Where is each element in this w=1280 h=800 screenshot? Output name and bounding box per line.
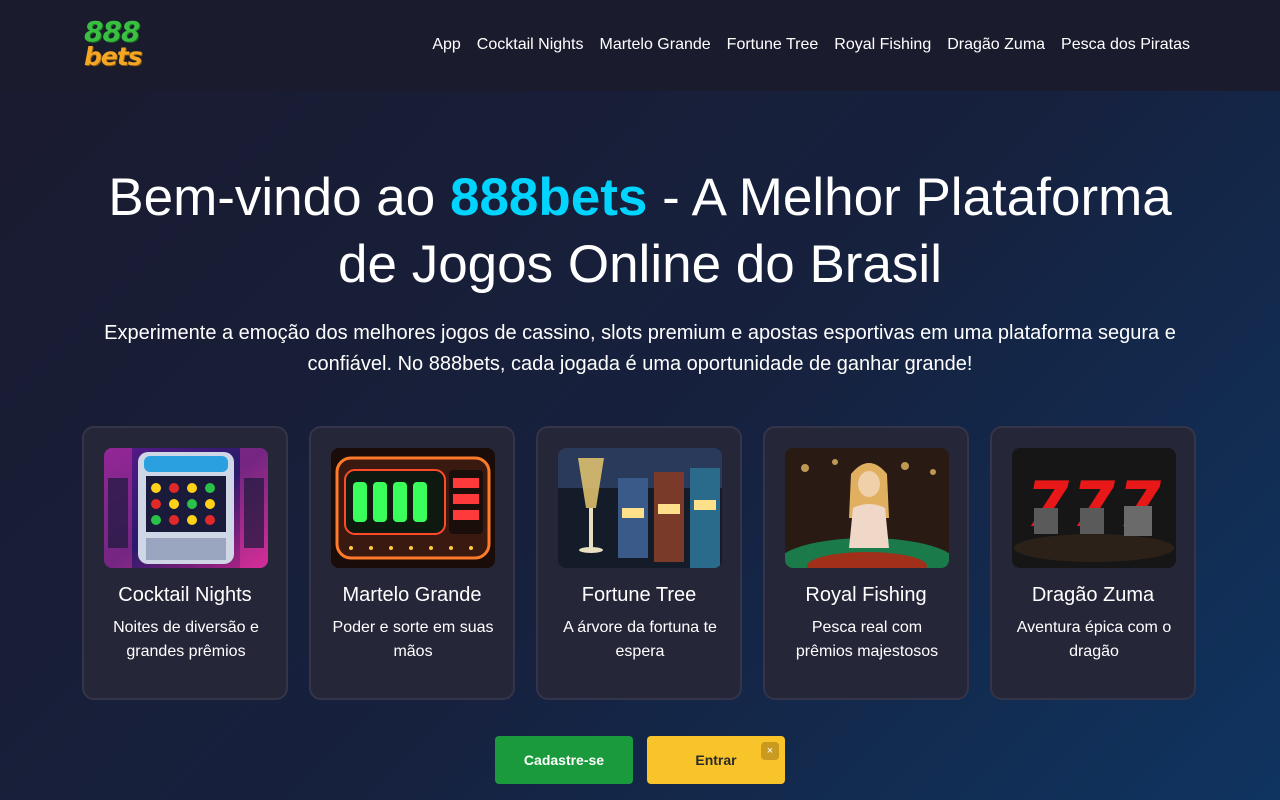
nav-link-app[interactable]: App xyxy=(432,36,460,54)
nav-link-martelo-grande[interactable]: Martelo Grande xyxy=(600,36,711,54)
hero-title: Bem-vindo ao 888bets - A Melhor Platafor… xyxy=(100,164,1180,298)
fortune-tree-image xyxy=(558,448,722,568)
nav-link-royal-fishing[interactable]: Royal Fishing xyxy=(834,36,931,54)
main-nav: App Cocktail Nights Martelo Grande Fortu… xyxy=(432,36,1190,54)
hero-subtitle: Experimente a emoção dos melhores jogos … xyxy=(104,322,1176,375)
logo-bottom-text: bets xyxy=(84,42,143,71)
martelo-grande-image xyxy=(331,448,495,568)
hero-title-brand: 888bets xyxy=(449,168,648,227)
nav-link-cocktail-nights[interactable]: Cocktail Nights xyxy=(477,36,584,54)
nav-link-pesca-dos-piratas[interactable]: Pesca dos Piratas xyxy=(1061,36,1190,54)
game-card-fortune-tree[interactable]: Fortune Tree A árvore da fortuna te espe… xyxy=(536,426,742,700)
game-cards: Cocktail Nights Noites de diversão e gra… xyxy=(82,426,1196,700)
register-button[interactable]: Cadastre-se xyxy=(495,736,633,784)
game-card-description: Aventura épica com o dragão xyxy=(1016,619,1172,660)
close-icon[interactable]: × xyxy=(761,742,779,760)
top-navbar: 888 bets App Cocktail Nights Martelo Gra… xyxy=(0,0,1280,91)
game-card-title: Fortune Tree xyxy=(581,584,697,606)
game-card-description: Poder e sorte em suas mãos xyxy=(332,619,494,660)
game-card-title: Cocktail Nights xyxy=(118,584,252,606)
hero-title-start: Bem-vindo ao xyxy=(108,168,450,227)
royal-fishing-image xyxy=(785,448,949,568)
game-card-martelo-grande[interactable]: Martelo Grande Poder e sorte em suas mão… xyxy=(309,426,515,700)
nav-link-dragao-zuma[interactable]: Dragão Zuma xyxy=(947,36,1045,54)
game-card-royal-fishing[interactable]: Royal Fishing Pesca real com prêmios maj… xyxy=(763,426,969,700)
game-card-title: Royal Fishing xyxy=(805,584,927,606)
game-card-cocktail-nights[interactable]: Cocktail Nights Noites de diversão e gra… xyxy=(82,426,288,700)
game-card-description: Pesca real com prêmios majestosos xyxy=(795,619,939,660)
game-card-description: Noites de diversão e grandes prêmios xyxy=(113,619,259,660)
game-card-dragao-zuma[interactable]: 777 Dragão Zuma Aventura épica com o dra… xyxy=(990,426,1196,700)
cocktail-nights-image xyxy=(104,448,268,568)
game-card-title: Dragão Zuma xyxy=(1031,584,1155,606)
dragao-zuma-image: 777 xyxy=(1012,448,1176,568)
game-card-description: A árvore da fortuna te espera xyxy=(563,619,717,660)
888bets-logo[interactable]: 888 bets xyxy=(82,18,146,72)
game-card-title: Martelo Grande xyxy=(342,584,482,606)
nav-link-fortune-tree[interactable]: Fortune Tree xyxy=(727,36,819,54)
